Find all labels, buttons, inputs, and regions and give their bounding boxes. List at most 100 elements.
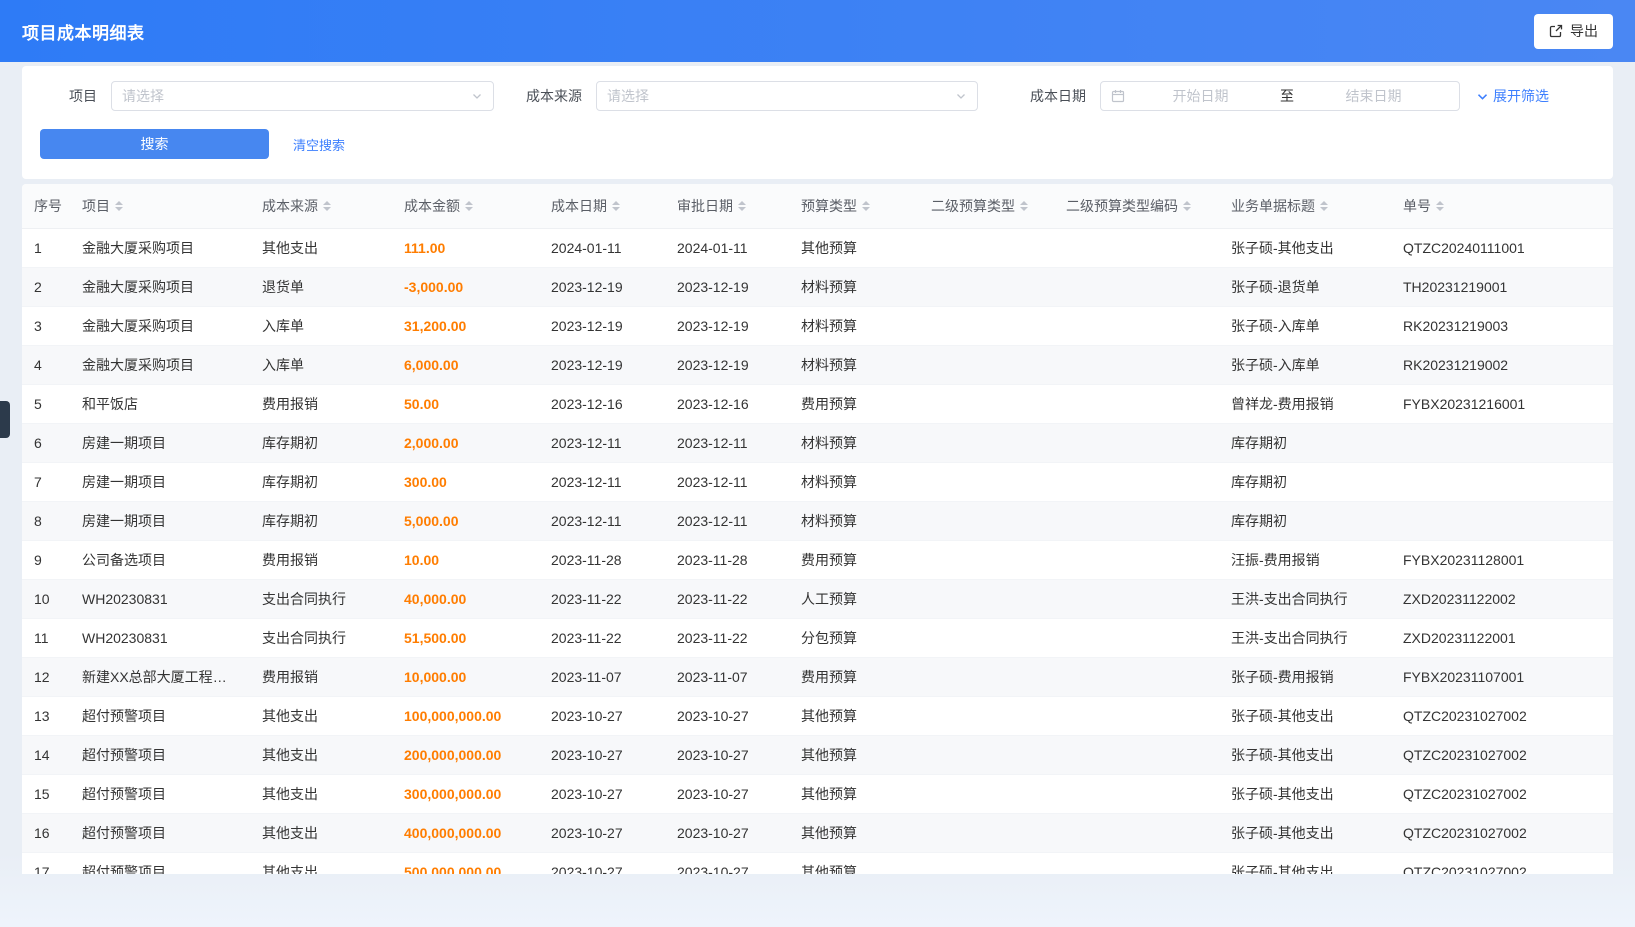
sort-icon[interactable]: [738, 197, 746, 215]
table-cell: 张子硕-退货单: [1219, 267, 1391, 306]
table-cell: 王洪-支出合同执行: [1219, 618, 1391, 657]
table-cell: 2023-10-27: [539, 774, 665, 813]
table-cell: 13: [22, 696, 70, 735]
table-cell: [919, 501, 1054, 540]
table-row[interactable]: 17超付预警项目其他支出500,000,000.002023-10-272023…: [22, 852, 1613, 874]
table-row[interactable]: 3金融大厦采购项目入库单31,200.002023-12-192023-12-1…: [22, 306, 1613, 345]
table-cell: [919, 540, 1054, 579]
table-row[interactable]: 8房建一期项目库存期初5,000.002023-12-112023-12-11材…: [22, 501, 1613, 540]
export-button-label: 导出: [1570, 21, 1598, 41]
table-cell: 材料预算: [789, 423, 919, 462]
sort-icon[interactable]: [612, 197, 620, 215]
table-cell: 2023-10-27: [539, 852, 665, 874]
table-cell: 51,500.00: [392, 618, 539, 657]
table-cell: 其他预算: [789, 696, 919, 735]
table-row[interactable]: 12新建XX总部大厦工程二期费用报销10,000.002023-11-07202…: [22, 657, 1613, 696]
table-cell: 111.00: [392, 228, 539, 267]
table-cell: 7: [22, 462, 70, 501]
table-row[interactable]: 6房建一期项目库存期初2,000.002023-12-112023-12-11材…: [22, 423, 1613, 462]
table-row[interactable]: 7房建一期项目库存期初300.002023-12-112023-12-11材料预…: [22, 462, 1613, 501]
clear-search-link[interactable]: 清空搜索: [293, 135, 345, 154]
expand-filter-link[interactable]: 展开筛选: [1476, 86, 1549, 106]
table-cell: 库存期初: [250, 423, 392, 462]
sort-icon[interactable]: [465, 197, 473, 215]
sort-icon[interactable]: [115, 197, 123, 215]
table-row[interactable]: 11WH20230831支出合同执行51,500.002023-11-22202…: [22, 618, 1613, 657]
table-cell: 汪振-费用报销: [1219, 540, 1391, 579]
table-row[interactable]: 16超付预警项目其他支出400,000,000.002023-10-272023…: [22, 813, 1613, 852]
cost-date-range-picker[interactable]: 开始日期 至 结束日期: [1100, 81, 1460, 111]
column-header[interactable]: 成本来源: [250, 184, 392, 228]
sort-icon[interactable]: [1183, 197, 1191, 215]
table-cell: 房建一期项目: [70, 462, 250, 501]
table-cell: 支出合同执行: [250, 618, 392, 657]
column-header[interactable]: 预算类型: [789, 184, 919, 228]
table-cell: 张子硕-入库单: [1219, 345, 1391, 384]
drawer-handle[interactable]: [0, 401, 10, 438]
table-cell: 库存期初: [250, 501, 392, 540]
column-header[interactable]: 成本金额: [392, 184, 539, 228]
sort-icon[interactable]: [1436, 197, 1444, 215]
end-date-input[interactable]: 结束日期: [1298, 86, 1449, 106]
table-cell: QTZC20231027002: [1391, 852, 1613, 874]
table-cell: 2023-10-27: [539, 696, 665, 735]
table-row[interactable]: 10WH20230831支出合同执行40,000.002023-11-22202…: [22, 579, 1613, 618]
table-cell: 2023-11-22: [539, 579, 665, 618]
column-header[interactable]: 项目: [70, 184, 250, 228]
expand-filter-label: 展开筛选: [1493, 86, 1549, 106]
table-cell: 1: [22, 228, 70, 267]
table-cell: 2: [22, 267, 70, 306]
cost-source-select[interactable]: 请选择: [596, 81, 978, 111]
column-label: 二级预算类型: [931, 196, 1015, 216]
cost-date-filter-label: 成本日期: [1030, 86, 1086, 106]
table-cell: 2023-10-27: [665, 813, 789, 852]
table-cell: [1054, 735, 1219, 774]
table-row[interactable]: 13超付预警项目其他支出100,000,000.002023-10-272023…: [22, 696, 1613, 735]
table-row[interactable]: 1金融大厦采购项目其他支出111.002024-01-112024-01-11其…: [22, 228, 1613, 267]
table-cell: [1054, 306, 1219, 345]
start-date-input[interactable]: 开始日期: [1125, 86, 1276, 106]
table-cell: [1391, 501, 1613, 540]
sort-icon[interactable]: [1320, 197, 1328, 215]
table-row[interactable]: 2金融大厦采购项目退货单-3,000.002023-12-192023-12-1…: [22, 267, 1613, 306]
column-header[interactable]: 业务单据标题: [1219, 184, 1391, 228]
table-cell: 2023-10-27: [539, 813, 665, 852]
table-cell: 超付预警项目: [70, 813, 250, 852]
table-cell: 费用报销: [250, 540, 392, 579]
table-cell: 10: [22, 579, 70, 618]
sort-icon[interactable]: [1020, 197, 1028, 215]
project-select[interactable]: 请选择: [111, 81, 494, 111]
table-cell: 其他预算: [789, 813, 919, 852]
column-header[interactable]: 审批日期: [665, 184, 789, 228]
table-row[interactable]: 4金融大厦采购项目入库单6,000.002023-12-192023-12-19…: [22, 345, 1613, 384]
table-cell: 2023-10-27: [665, 774, 789, 813]
table-cell: QTZC20231027002: [1391, 774, 1613, 813]
table-cell: ZXD20231122002: [1391, 579, 1613, 618]
table-cell: 超付预警项目: [70, 852, 250, 874]
table-row[interactable]: 14超付预警项目其他支出200,000,000.002023-10-272023…: [22, 735, 1613, 774]
project-filter-label: 项目: [40, 86, 97, 106]
table-cell: [1054, 540, 1219, 579]
column-header[interactable]: 二级预算类型: [919, 184, 1054, 228]
sort-icon[interactable]: [862, 197, 870, 215]
search-button[interactable]: 搜索: [40, 129, 269, 159]
table-cell: 费用预算: [789, 540, 919, 579]
cost-table: 序号项目成本来源成本金额成本日期审批日期预算类型二级预算类型二级预算类型编码业务…: [22, 184, 1613, 874]
export-button[interactable]: 导出: [1534, 14, 1613, 49]
table-cell: 材料预算: [789, 501, 919, 540]
column-header[interactable]: 二级预算类型编码: [1054, 184, 1219, 228]
table-row[interactable]: 9公司备选项目费用报销10.002023-11-282023-11-28费用预算…: [22, 540, 1613, 579]
table-cell: 15: [22, 774, 70, 813]
column-header[interactable]: 单号: [1391, 184, 1613, 228]
table-cell: 退货单: [250, 267, 392, 306]
table-cell: [919, 384, 1054, 423]
table-cell: 费用报销: [250, 657, 392, 696]
sort-icon[interactable]: [323, 197, 331, 215]
table-cell: 材料预算: [789, 345, 919, 384]
column-header[interactable]: 成本日期: [539, 184, 665, 228]
table-cell: 王洪-支出合同执行: [1219, 579, 1391, 618]
table-row[interactable]: 5和平饭店费用报销50.002023-12-162023-12-16费用预算曾祥…: [22, 384, 1613, 423]
table-cell: 2,000.00: [392, 423, 539, 462]
table-row[interactable]: 15超付预警项目其他支出300,000,000.002023-10-272023…: [22, 774, 1613, 813]
table-cell: [919, 852, 1054, 874]
